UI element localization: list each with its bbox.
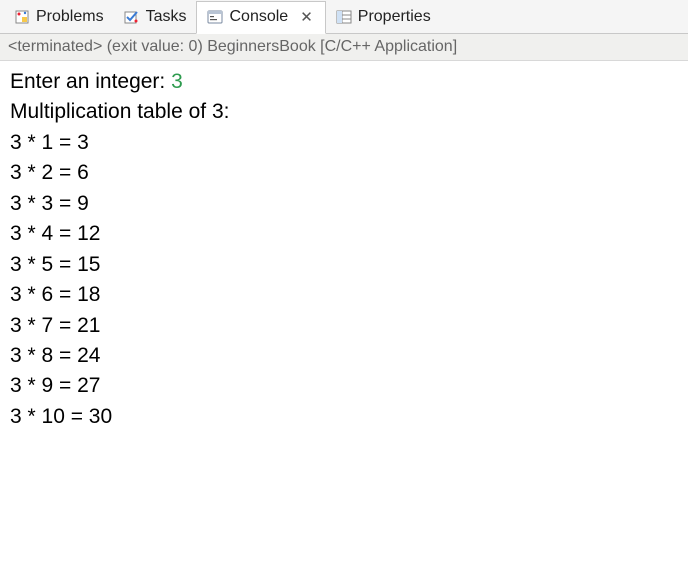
tab-properties[interactable]: Properties [326,0,441,33]
close-icon[interactable]: ✕ [298,8,315,26]
output-line: 3 * 9 = 27 [10,371,678,401]
tasks-icon [124,9,140,25]
prompt-text: Enter an integer: [10,70,171,93]
output-line: 3 * 3 = 9 [10,189,678,219]
tab-label: Console [229,8,288,26]
table-header: Multiplication table of 3: [10,97,678,127]
properties-icon [336,9,352,25]
view-tabs: Problems Tasks Console ✕ [0,0,688,34]
console-output[interactable]: Enter an integer: 3 Multiplication table… [0,61,688,438]
tab-label: Tasks [146,8,187,26]
console-icon [207,9,223,25]
user-input: 3 [171,70,183,93]
console-status: <terminated> (exit value: 0) BeginnersBo… [0,34,688,61]
output-line: 3 * 5 = 15 [10,250,678,280]
prompt-line: Enter an integer: 3 [10,67,678,97]
output-line: 3 * 1 = 3 [10,128,678,158]
status-text: <terminated> (exit value: 0) BeginnersBo… [8,38,457,55]
tab-label: Problems [36,8,104,26]
output-line: 3 * 4 = 12 [10,219,678,249]
output-line: 3 * 8 = 24 [10,341,678,371]
problems-icon [14,9,30,25]
output-line: 3 * 7 = 21 [10,311,678,341]
output-line: 3 * 2 = 6 [10,158,678,188]
tab-tasks[interactable]: Tasks [114,0,197,33]
tab-problems[interactable]: Problems [4,0,114,33]
table-lines: 3 * 1 = 33 * 2 = 63 * 3 = 93 * 4 = 123 *… [10,128,678,432]
output-line: 3 * 10 = 30 [10,402,678,432]
tab-console[interactable]: Console ✕ [196,1,325,34]
output-line: 3 * 6 = 18 [10,280,678,310]
tab-label: Properties [358,8,431,26]
